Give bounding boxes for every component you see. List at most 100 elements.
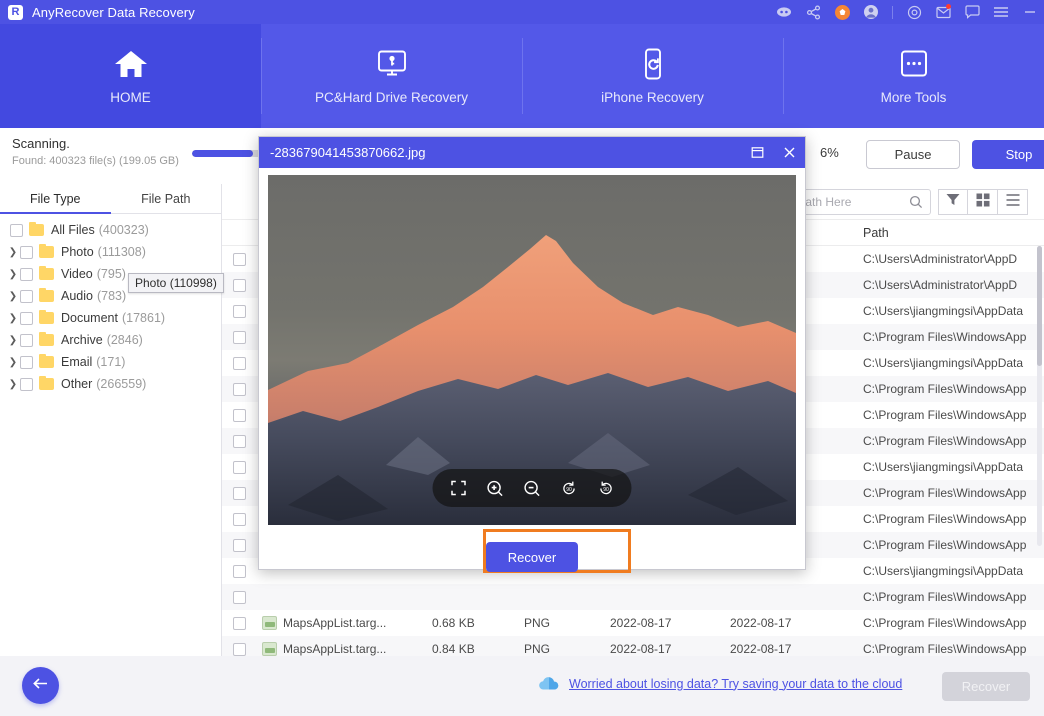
user-avatar-icon[interactable] <box>863 4 879 20</box>
row-checkbox[interactable] <box>222 591 256 604</box>
rotate-left-icon[interactable]: 90 <box>560 479 579 498</box>
zoom-in-icon[interactable] <box>486 479 505 498</box>
tree-item-archive-count: (2846) <box>107 333 143 347</box>
dialog-window-buttons <box>749 145 797 161</box>
target-icon[interactable] <box>906 4 922 20</box>
zoom-out-icon[interactable] <box>523 479 542 498</box>
back-button[interactable] <box>22 667 59 704</box>
expand-chevron-icon[interactable]: ❯ <box>6 357 20 368</box>
svg-text:90: 90 <box>603 487 609 493</box>
row-checkbox[interactable] <box>222 279 256 292</box>
filter-icon <box>946 193 960 211</box>
svg-text:90: 90 <box>566 487 572 493</box>
row-checkbox[interactable] <box>222 331 256 344</box>
row-created: 2022-08-17 <box>610 616 730 630</box>
row-checkbox[interactable] <box>222 461 256 474</box>
discord-icon[interactable] <box>776 4 792 20</box>
row-checkbox[interactable] <box>222 565 256 578</box>
row-checkbox[interactable] <box>222 487 256 500</box>
checkbox-photo[interactable] <box>20 246 33 259</box>
tree-item-archive[interactable]: ❯ Archive (2846) <box>0 329 221 351</box>
filter-button[interactable] <box>938 189 968 215</box>
row-checkbox[interactable] <box>222 305 256 318</box>
checkbox-email[interactable] <box>20 356 33 369</box>
row-checkbox[interactable] <box>222 539 256 552</box>
tree-item-all-files-label: All Files <box>51 223 95 237</box>
nav-item-more-tools[interactable]: More Tools <box>783 24 1044 128</box>
table-scrollbar[interactable] <box>1037 246 1042 546</box>
pause-button[interactable]: Pause <box>866 140 960 169</box>
fullscreen-icon[interactable] <box>449 479 468 498</box>
notification-bell-icon[interactable] <box>834 4 850 20</box>
rotate-right-icon[interactable]: 90 <box>597 479 616 498</box>
row-checkbox[interactable] <box>222 617 256 630</box>
mail-badge <box>946 4 951 9</box>
checkbox-other[interactable] <box>20 378 33 391</box>
row-path: C:\Program Files\WindowsApp <box>855 512 1044 526</box>
row-checkbox[interactable] <box>222 643 256 656</box>
checkbox-archive[interactable] <box>20 334 33 347</box>
mail-icon[interactable] <box>935 4 951 20</box>
grid-view-button[interactable] <box>968 189 998 215</box>
expand-chevron-icon[interactable]: ❯ <box>6 269 20 280</box>
stop-button[interactable]: Stop <box>972 140 1044 169</box>
nav-item-home-label: HOME <box>110 90 151 105</box>
tree-item-other[interactable]: ❯ Other (266559) <box>0 373 221 395</box>
close-icon[interactable] <box>781 145 797 161</box>
row-path: C:\Program Files\WindowsApp <box>855 538 1044 552</box>
tree-item-document[interactable]: ❯ Document (17861) <box>0 307 221 329</box>
viewer-toolbar: 90 90 <box>433 469 632 507</box>
row-path: C:\Users\Administrator\AppD <box>855 278 1044 292</box>
expand-chevron-icon[interactable]: ❯ <box>6 313 20 324</box>
tree-item-email[interactable]: ❯ Email (171) <box>0 351 221 373</box>
row-modified: 2022-08-17 <box>730 642 855 656</box>
tab-file-path[interactable]: File Path <box>111 184 222 213</box>
dialog-titlebar: -283679041453870662.jpg <box>259 137 805 168</box>
checkbox-video[interactable] <box>20 268 33 281</box>
cloud-backup-promo[interactable]: Worried about losing data? Try saving yo… <box>538 676 902 691</box>
row-checkbox[interactable] <box>222 383 256 396</box>
expand-chevron-icon[interactable]: ❯ <box>6 379 20 390</box>
titlebar-icons <box>776 0 1038 24</box>
tree-item-photo-count: (111308) <box>98 245 146 259</box>
scan-progress-fill <box>192 150 253 157</box>
maximize-icon[interactable] <box>749 145 765 161</box>
expand-chevron-icon[interactable]: ❯ <box>6 335 20 346</box>
row-checkbox[interactable] <box>222 409 256 422</box>
checkbox-all-files[interactable] <box>10 224 23 237</box>
row-path: C:\Program Files\WindowsApp <box>855 486 1044 500</box>
nav-item-iphone-recovery[interactable]: iPhone Recovery <box>522 24 783 128</box>
menu-icon[interactable] <box>993 4 1009 20</box>
expand-chevron-icon[interactable]: ❯ <box>6 291 20 302</box>
row-checkbox[interactable] <box>222 435 256 448</box>
tree-item-photo[interactable]: ❯ Photo (111308) <box>0 241 221 263</box>
recover-button[interactable]: Recover <box>486 542 578 572</box>
row-path: C:\Users\jiangmingsi\AppData <box>855 460 1044 474</box>
header-path[interactable]: Path <box>855 226 1044 240</box>
tree-item-all-files[interactable]: All Files (400323) <box>0 219 221 241</box>
folder-icon <box>39 312 54 324</box>
nav-item-pc-hard-drive-recovery[interactable]: PC&Hard Drive Recovery <box>261 24 522 128</box>
row-path: C:\Program Files\WindowsApp <box>855 616 1044 630</box>
tab-active-indicator <box>0 212 111 214</box>
row-checkbox[interactable] <box>222 357 256 370</box>
expand-chevron-icon[interactable]: ❯ <box>6 247 20 258</box>
tree-item-all-files-count: (400323) <box>99 223 149 237</box>
tree-item-other-count: (266559) <box>96 377 146 391</box>
row-checkbox[interactable] <box>222 513 256 526</box>
search-icon[interactable] <box>909 195 930 209</box>
table-row[interactable]: MapsAppList.targ... 0.68 KB PNG 2022-08-… <box>222 610 1044 636</box>
image-preview-dialog: -283679041453870662.jpg <box>258 136 806 570</box>
checkbox-document[interactable] <box>20 312 33 325</box>
list-view-button[interactable] <box>998 189 1028 215</box>
minimize-icon[interactable] <box>1022 4 1038 20</box>
nav-item-pc-hard-drive-recovery-label: PC&Hard Drive Recovery <box>315 90 468 105</box>
cloud-backup-link[interactable]: Worried about losing data? Try saving yo… <box>569 677 902 691</box>
file-type-tree: All Files (400323) ❯ Photo (111308) ❯ Vi… <box>0 214 221 395</box>
tab-file-type[interactable]: File Type <box>0 184 111 213</box>
share-icon[interactable] <box>805 4 821 20</box>
chat-icon[interactable] <box>964 4 980 20</box>
row-checkbox[interactable] <box>222 253 256 266</box>
checkbox-audio[interactable] <box>20 290 33 303</box>
nav-item-home[interactable]: HOME <box>0 24 261 128</box>
